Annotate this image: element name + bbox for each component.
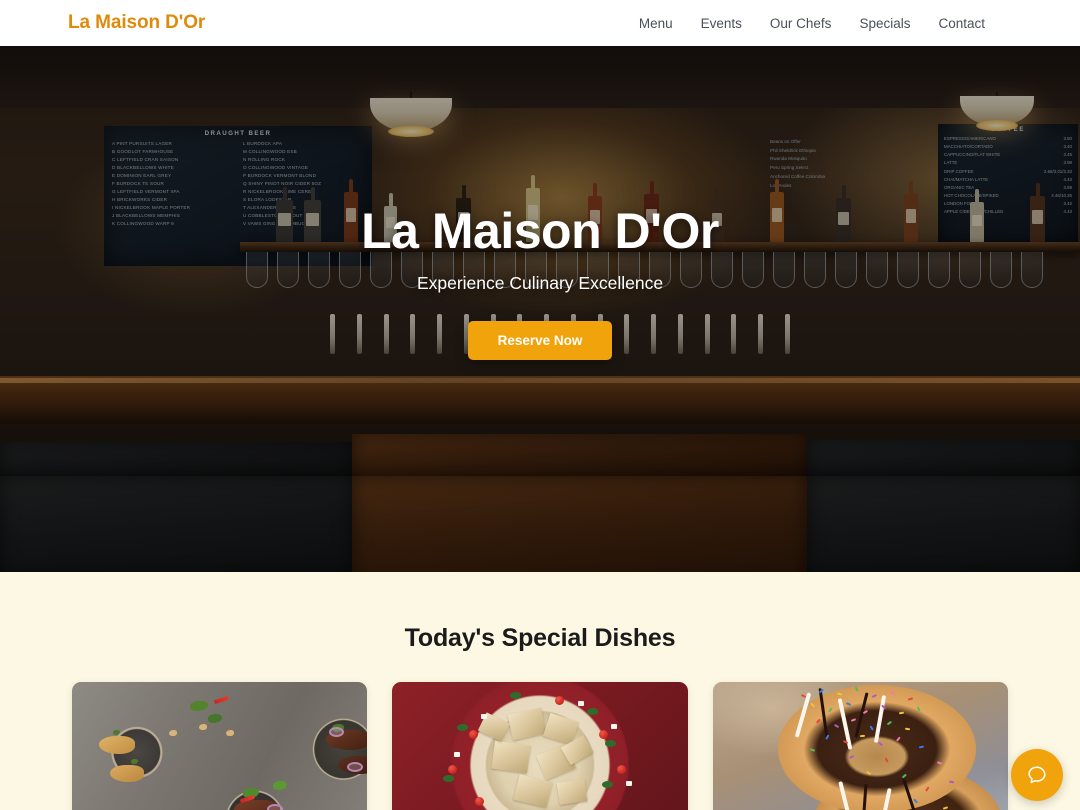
page-root: La Maison D'Or Menu Events Our Chefs Spe… (0, 0, 1080, 810)
special-dish-card[interactable] (72, 682, 368, 810)
chat-bubble-icon (1028, 766, 1046, 784)
nav-item-our-chefs[interactable]: Our Chefs (770, 16, 832, 31)
specials-section: Today's Special Dishes (0, 572, 1080, 810)
special-dish-card[interactable] (712, 682, 1008, 810)
reserve-now-button[interactable]: Reserve Now (467, 321, 613, 360)
hero-title: La Maison D'Or (361, 203, 719, 259)
brand-logo[interactable]: La Maison D'Or (68, 12, 205, 34)
chat-widget-button[interactable] (1011, 749, 1063, 801)
nav-item-menu[interactable]: Menu (639, 16, 673, 31)
nav-item-events[interactable]: Events (701, 16, 742, 31)
site-navbar: La Maison D'Or Menu Events Our Chefs Spe… (0, 0, 1080, 46)
special-dish-card[interactable] (392, 682, 688, 810)
primary-nav: Menu Events Our Chefs Specials Contact (639, 16, 985, 31)
hero-subtitle: Experience Culinary Excellence (416, 273, 664, 293)
hero-section: DRAUGHT BEER A PINT PURSUITS LAGER B GOO… (0, 46, 1080, 572)
plated-dishes-image (72, 682, 368, 810)
nav-item-specials[interactable]: Specials (859, 16, 910, 31)
fattoush-platter-image (392, 682, 688, 810)
specials-heading: Today's Special Dishes (404, 624, 676, 652)
nav-item-contact[interactable]: Contact (938, 16, 985, 31)
sprinkle-donuts-image (712, 682, 1008, 810)
specials-card-grid (0, 653, 1080, 810)
hero-content: La Maison D'Or Experience Culinary Excel… (0, 46, 1080, 572)
